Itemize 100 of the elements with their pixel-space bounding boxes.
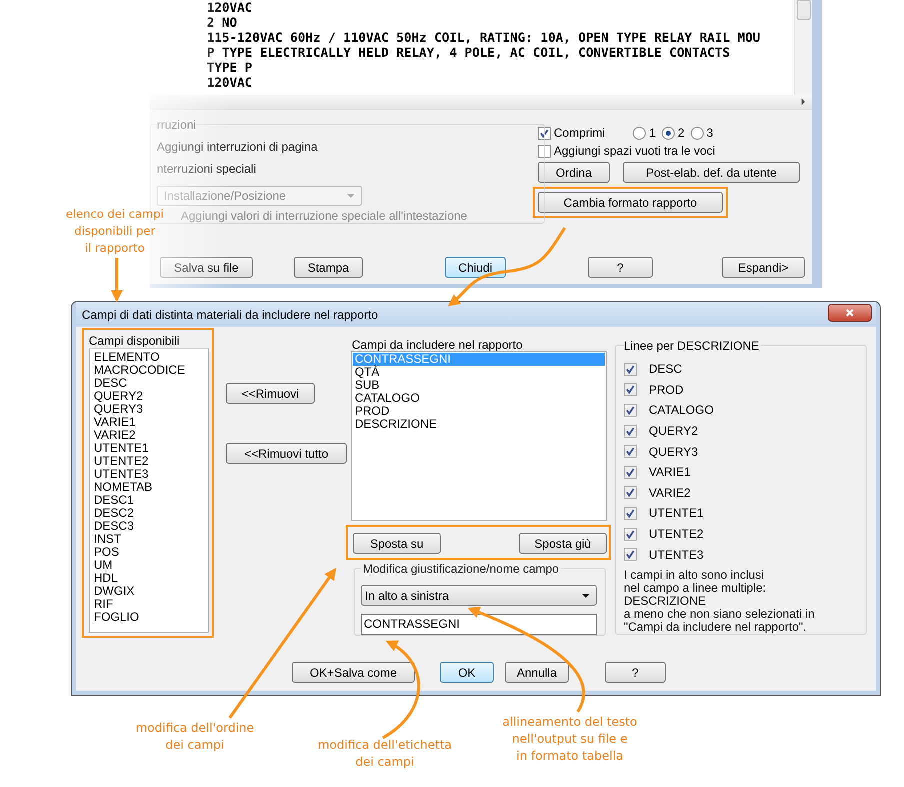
checkbox[interactable] xyxy=(624,506,637,520)
radio-button[interactable] xyxy=(662,126,676,140)
move-button[interactable]: Sposta giù xyxy=(519,533,607,554)
dialog-button[interactable]: OK xyxy=(440,662,494,683)
radio-label: 2 xyxy=(678,126,685,140)
preview-line: TYPE P xyxy=(207,60,254,75)
dropdown-caret-icon xyxy=(582,594,590,598)
group-title: rruzioni xyxy=(157,118,196,132)
dialog-button[interactable]: ? xyxy=(588,257,653,278)
checkbox-label: UTENTE3 xyxy=(649,548,704,562)
dialog-button[interactable]: OK+Salva come xyxy=(292,662,415,683)
checkbox-label: CATALOGO xyxy=(649,403,714,418)
vertical-scrollbar[interactable] xyxy=(794,0,812,95)
action-button[interactable]: Ordina xyxy=(538,162,610,183)
list-item[interactable]: DESC1 xyxy=(94,494,134,507)
remove-button[interactable]: <<Rimuovi xyxy=(226,383,315,404)
dropdown-caret-icon xyxy=(347,194,355,198)
preview-line: 2 NO xyxy=(207,15,238,30)
list-item[interactable]: NOMETAB xyxy=(94,481,152,494)
window-title: Campi di dati distinta materiali da includere nel rapporto xyxy=(82,308,378,322)
option-label[interactable]: nterruzioni speciali xyxy=(157,162,256,176)
radio-button[interactable] xyxy=(633,126,646,140)
checkbox[interactable] xyxy=(624,362,637,376)
checkbox-label: QUERY3 xyxy=(649,444,698,459)
callout-text: elenco dei campi disponibili per il rapporto xyxy=(65,206,165,257)
checkbox-label: QUERY2 xyxy=(649,424,698,438)
list-item[interactable]: DWGIX xyxy=(94,585,135,598)
list-item[interactable]: SUB xyxy=(353,379,605,392)
list-item[interactable]: MACROCODICE xyxy=(94,364,186,377)
list-item[interactable]: FOGLIO xyxy=(94,611,140,624)
callout-text: modifica dell'etichetta dei campi xyxy=(316,737,454,771)
group-title: Linee per DESCRIZIONE xyxy=(624,339,762,353)
checkbox[interactable] xyxy=(538,126,551,140)
list-item[interactable]: VARIE1 xyxy=(94,416,136,429)
preview-line: 115-120VAC 60Hz / 110VAC 50Hz COIL, RATING: 10A, OPEN TYPE RELAY RAIL MOU xyxy=(207,30,762,45)
checkbox-label: VARIE1 xyxy=(649,465,691,480)
note-text: I campi in alto sono inclusi nel campo a linee multiple: DESCRIZIONE a meno che non siano selezionati in "Campi da includere nel rapporto". xyxy=(624,568,816,634)
dialog-button[interactable]: Espandi> xyxy=(722,257,805,278)
checkbox[interactable] xyxy=(624,486,637,500)
checkbox[interactable] xyxy=(624,466,637,479)
horizontal-scrollbar[interactable] xyxy=(150,95,812,110)
list-item[interactable]: QUERY2 xyxy=(94,390,144,403)
checkbox[interactable] xyxy=(624,383,637,396)
included-fields-list[interactable]: CONTRASSEGNI QTÀ SUB CATALOGO PROD DESCRIZIONE xyxy=(351,351,607,521)
list-item[interactable]: UM xyxy=(94,559,113,572)
close-button[interactable] xyxy=(828,304,872,322)
list-item[interactable]: DESCRIZIONE xyxy=(353,418,605,431)
list-item[interactable]: QTÀ xyxy=(353,366,605,379)
checkbox-label: Comprimi xyxy=(554,126,606,140)
dialog-button[interactable]: Annulla xyxy=(505,662,569,683)
option-label[interactable]: Aggiungi interruzioni di pagina xyxy=(157,140,318,154)
list-item[interactable]: RIF xyxy=(94,598,114,611)
justification-dropdown[interactable]: In alto a sinistra xyxy=(361,585,597,606)
radio-button[interactable] xyxy=(690,126,704,140)
checkbox-label: VARIE2 xyxy=(649,486,691,500)
list-item[interactable]: ELEMENTO xyxy=(94,351,160,364)
available-fields-list[interactable]: ELEMENTO MACROCODICE DESC QUERY2 QUERY3 VARIE1 VARIE2 UTENTE1 UTENTE2 UTENTE3 NOMETAB DESC1 DESC2 DESC3 INST POS UM HDL DWGIX RIF FOGLIO xyxy=(89,349,209,633)
list-item[interactable]: VARIE2 xyxy=(94,429,136,442)
remove-button[interactable]: <<Rimuovi tutto xyxy=(226,443,347,464)
callout-text: modifica dell'ordine dei campi xyxy=(134,720,256,754)
close-icon xyxy=(845,308,855,316)
list-item[interactable]: INST xyxy=(94,533,122,546)
list-item[interactable]: HDL xyxy=(94,572,118,585)
change-format-button[interactable]: Cambia formato rapporto xyxy=(538,192,723,213)
field-name-input[interactable]: CONTRASSEGNI xyxy=(361,614,597,635)
checkbox-label: PROD xyxy=(649,382,684,397)
list-item[interactable]: CATALOGO xyxy=(353,392,605,405)
callout-arrow xyxy=(111,258,123,302)
preview-line: 120VAC xyxy=(207,0,254,15)
dialog-button[interactable]: ? xyxy=(605,662,666,683)
checkbox[interactable] xyxy=(624,548,637,562)
dialog-button[interactable]: Salva su file xyxy=(160,257,253,278)
scroll-right-icon[interactable] xyxy=(801,98,806,106)
list-item[interactable]: UTENTE1 xyxy=(94,442,149,455)
checkbox[interactable] xyxy=(624,424,637,438)
list-item[interactable]: QUERY3 xyxy=(94,403,144,416)
preview-line: P TYPE ELECTRICALLY HELD RELAY, 4 POLE, AC COIL, CONVERTIBLE CONTACTS xyxy=(207,45,732,60)
list-item[interactable]: DESC2 xyxy=(94,507,134,520)
checkbox-label: UTENTE1 xyxy=(649,506,704,520)
dialog-button[interactable]: Chiudi xyxy=(445,257,506,278)
checkbox-label: UTENTE2 xyxy=(649,527,704,542)
move-button[interactable]: Sposta su xyxy=(353,533,441,554)
checkbox[interactable] xyxy=(538,144,551,158)
checkbox[interactable] xyxy=(624,404,637,417)
checkbox[interactable] xyxy=(624,528,637,541)
list-item[interactable]: DESC xyxy=(94,377,128,390)
list-item[interactable]: DESC3 xyxy=(94,520,134,533)
checkbox-label: DESC xyxy=(649,362,682,376)
radio-label: 3 xyxy=(706,126,714,140)
checkbox[interactable] xyxy=(624,445,637,458)
list-item[interactable]: POS xyxy=(94,546,120,559)
list-header: Campi da includere nel rapporto xyxy=(351,339,524,351)
preview-line: 120VAC xyxy=(207,75,254,90)
list-item[interactable]: PROD xyxy=(353,405,605,418)
action-button[interactable]: Post-elab. def. da utente xyxy=(623,162,800,183)
group-title: Modifica giustificazione/nome campo xyxy=(361,562,562,576)
list-item[interactable]: UTENTE3 xyxy=(94,468,149,481)
callout-text: allineamento del testo nell'output su file e in formato tabella xyxy=(502,714,638,765)
list-item[interactable]: UTENTE2 xyxy=(94,455,149,468)
dialog-button[interactable]: Stampa xyxy=(294,257,363,278)
